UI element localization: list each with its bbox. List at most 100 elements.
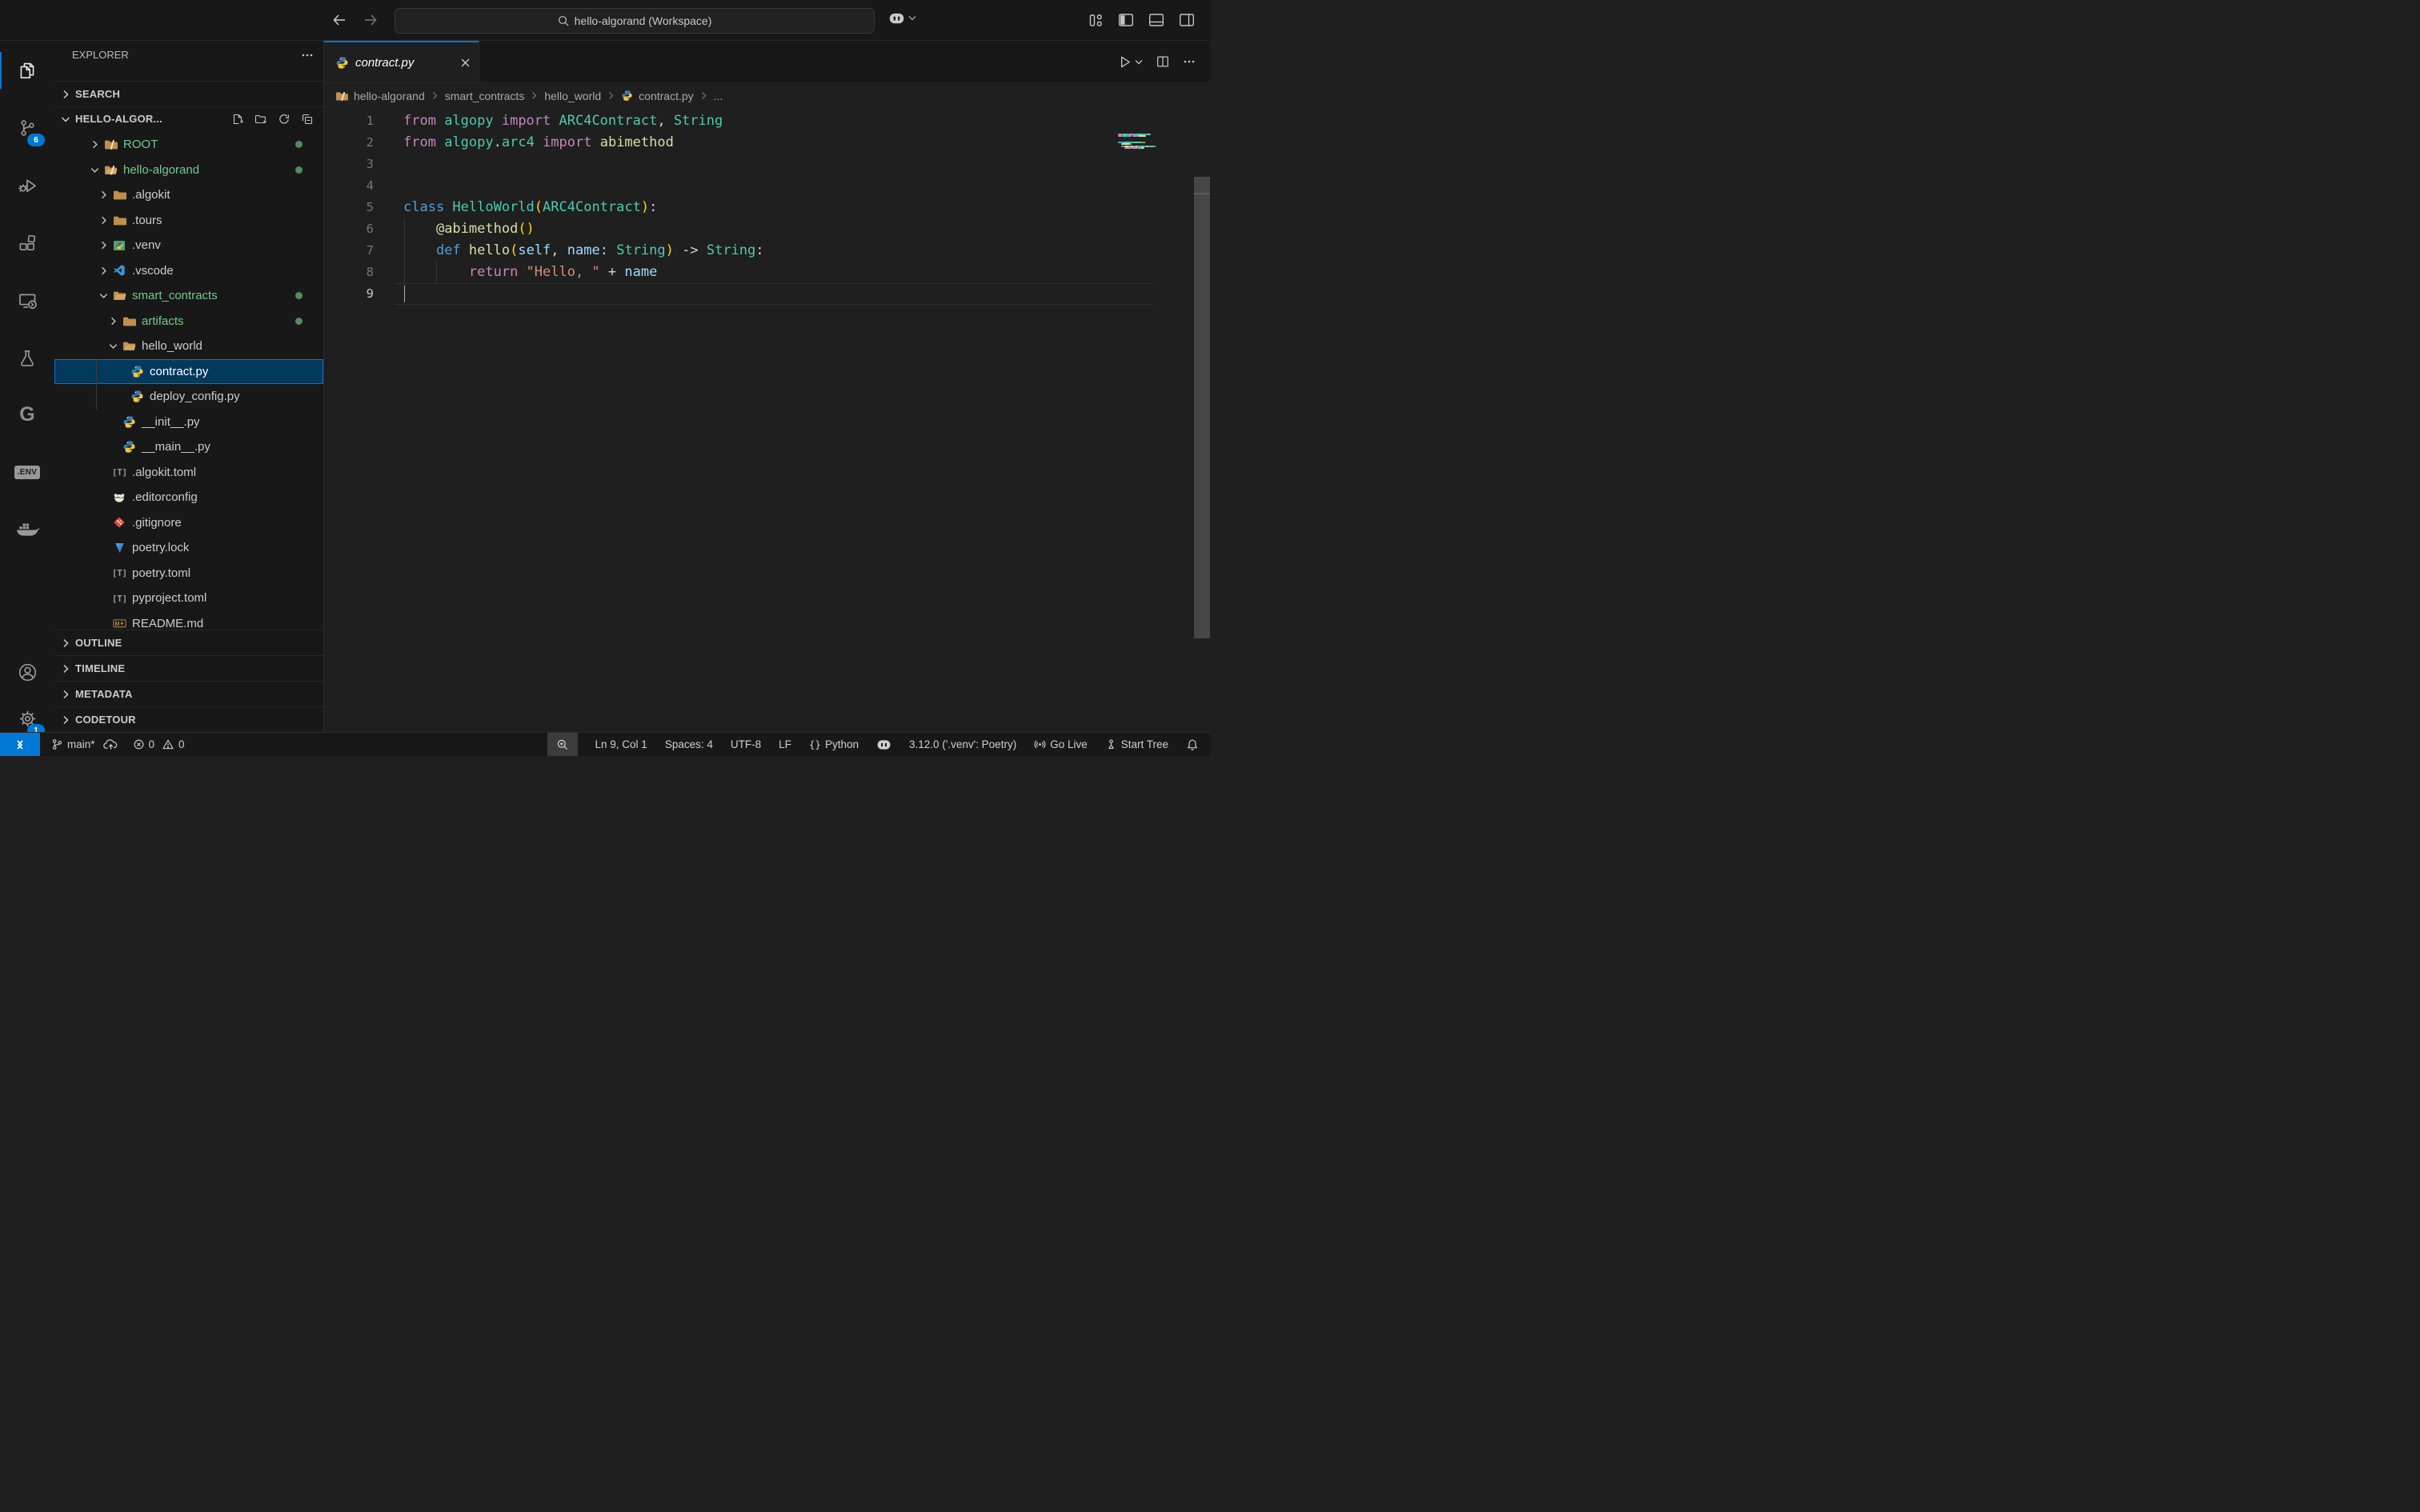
- file-icon: [T]: [112, 466, 126, 478]
- tree-item-label: hello_world: [142, 339, 202, 353]
- minimap[interactable]: [1118, 109, 1193, 733]
- new-file-icon[interactable]: [231, 113, 244, 126]
- source-control-activity-button[interactable]: 6: [0, 105, 54, 151]
- screen-zoom-item[interactable]: [547, 733, 578, 756]
- algokit-activity-button[interactable]: G: [0, 391, 54, 438]
- run-debug-activity-button[interactable]: [0, 162, 54, 209]
- breadcrumb-item[interactable]: smart_contracts: [445, 90, 525, 102]
- collapse-all-icon[interactable]: [301, 113, 314, 126]
- forward-arrow-icon[interactable]: [361, 10, 380, 30]
- tree-item--gitignore[interactable]: .gitignore: [54, 510, 323, 536]
- tree-item--algokit-toml[interactable]: [T] .algokit.toml: [54, 460, 323, 486]
- scrollbar-slider[interactable]: [1194, 177, 1210, 638]
- tree-item-contract-py[interactable]: contract.py: [54, 359, 323, 385]
- run-python-file-button[interactable]: [1117, 54, 1143, 70]
- customize-layout-icon[interactable]: [1085, 10, 1106, 30]
- cursor-position-item[interactable]: Ln 9, Col 1: [595, 738, 647, 750]
- indentation-item[interactable]: Spaces: 4: [665, 738, 713, 750]
- tree-item-root[interactable]: ROOT: [54, 132, 323, 158]
- more-actions-icon[interactable]: [1183, 55, 1196, 68]
- breadcrumb-item[interactable]: contract.py: [639, 90, 693, 102]
- tree-item-poetry-toml[interactable]: [T] poetry.toml: [54, 561, 323, 586]
- toggle-primary-sidebar-icon[interactable]: [1116, 10, 1136, 30]
- command-center-search[interactable]: hello-algorand (Workspace): [395, 8, 875, 34]
- tree-item-readme-md[interactable]: M README.md: [54, 611, 323, 630]
- indent-guide: [96, 359, 97, 410]
- tree-item-hello-world[interactable]: hello_world: [54, 334, 323, 359]
- minimap-line: [1130, 143, 1132, 145]
- explorer-title: EXPLORER: [72, 49, 129, 61]
- line-number: 6: [324, 218, 374, 240]
- tree-item-smart-contracts[interactable]: smart_contracts: [54, 283, 323, 309]
- testing-activity-button[interactable]: [0, 335, 54, 382]
- problems-item[interactable]: 0 0: [133, 738, 185, 750]
- tree-item-label: hello-algorand: [123, 163, 199, 177]
- title-bar: hello-algorand (Workspace): [0, 0, 1210, 41]
- chevron-down-icon: [59, 113, 72, 126]
- chevron-right-icon: [607, 91, 615, 100]
- file-icon: [130, 390, 144, 403]
- metadata-section-header[interactable]: METADATA: [54, 681, 323, 706]
- accounts-activity-button[interactable]: [0, 649, 54, 695]
- toggle-secondary-sidebar-icon[interactable]: [1176, 10, 1197, 30]
- tree-item--algokit[interactable]: .algokit: [54, 182, 323, 208]
- tree-item-poetry-lock[interactable]: poetry.lock: [54, 535, 323, 561]
- git-branch-item[interactable]: main*: [51, 738, 118, 750]
- breadcrumb-item[interactable]: hello_world: [544, 90, 601, 102]
- remote-indicator[interactable]: [0, 733, 40, 756]
- tree-item--venv[interactable]: .venv: [54, 233, 323, 258]
- editor-scrollbar[interactable]: [1194, 109, 1210, 733]
- file-icon: [112, 290, 126, 302]
- tree-item-artifacts[interactable]: artifacts: [54, 309, 323, 334]
- eol-item[interactable]: LF: [779, 738, 791, 750]
- error-count: 0: [149, 738, 155, 750]
- svg-text:[T]: [T]: [113, 594, 126, 604]
- breadcrumb-item[interactable]: ...: [714, 90, 723, 102]
- tree-item--vscode[interactable]: .vscode: [54, 258, 323, 284]
- tree-item--tours[interactable]: .tours: [54, 208, 323, 234]
- codetour-section-header[interactable]: CODETOUR: [54, 706, 323, 732]
- tree-item-label: .venv: [132, 238, 161, 252]
- code-line: 5 class HelloWorld(ARC4Contract):: [324, 197, 1210, 218]
- back-arrow-icon[interactable]: [330, 10, 349, 30]
- more-actions-icon[interactable]: [301, 49, 314, 62]
- explorer-activity-button[interactable]: [0, 47, 54, 94]
- outline-section-header[interactable]: OUTLINE: [54, 630, 323, 655]
- minimap-line: [1124, 147, 1130, 149]
- close-icon[interactable]: [460, 58, 471, 68]
- language-mode-item[interactable]: {} Python: [809, 738, 859, 750]
- new-folder-icon[interactable]: [254, 113, 267, 126]
- start-tree-item[interactable]: Start Tree: [1105, 738, 1168, 750]
- timeline-section-header[interactable]: TIMELINE: [54, 655, 323, 681]
- copilot-status-item[interactable]: [876, 738, 891, 750]
- split-editor-icon[interactable]: [1156, 54, 1170, 69]
- git-decoration-dot: [295, 141, 302, 148]
- twisty-icon: [86, 164, 103, 176]
- extensions-activity-button[interactable]: [0, 220, 54, 266]
- toggle-panel-icon[interactable]: [1146, 10, 1167, 30]
- tree-item-deploy-config-py[interactable]: deploy_config.py: [54, 384, 323, 410]
- encoding-item[interactable]: UTF-8: [731, 738, 761, 750]
- metadata-label: METADATA: [75, 688, 133, 700]
- breadcrumb-item[interactable]: hello-algorand: [354, 90, 425, 102]
- tree-item-pyproject-toml[interactable]: [T] pyproject.toml: [54, 586, 323, 611]
- minimap-line: [1154, 146, 1156, 147]
- tree-item-hello-algorand[interactable]: hello-algorand: [54, 158, 323, 183]
- search-section-header[interactable]: SEARCH: [54, 81, 323, 107]
- tree-item-label: .editorconfig: [132, 490, 198, 504]
- tab-contract-py[interactable]: contract.py: [324, 41, 479, 82]
- python-interpreter-item[interactable]: 3.12.0 ('.venv': Poetry): [909, 738, 1016, 750]
- refresh-icon[interactable]: [278, 113, 290, 126]
- go-live-item[interactable]: Go Live: [1034, 738, 1088, 750]
- tree-item--editorconfig[interactable]: .editorconfig: [54, 485, 323, 510]
- tree-item--init-py[interactable]: __init__.py: [54, 410, 323, 435]
- copilot-menu[interactable]: [888, 11, 916, 25]
- workspace-section-header[interactable]: HELLO-ALGOR...: [54, 106, 323, 131]
- tree-item--main-py[interactable]: __main__.py: [54, 434, 323, 460]
- notifications-bell-icon[interactable]: [1186, 738, 1199, 751]
- remote-explorer-activity-button[interactable]: [0, 278, 54, 324]
- file-icon: [122, 441, 136, 454]
- docker-activity-button[interactable]: [0, 506, 54, 552]
- dotenv-activity-button[interactable]: .ENV: [0, 449, 54, 495]
- code-area[interactable]: 1 from algopy import ARC4Contract, Strin…: [324, 109, 1210, 733]
